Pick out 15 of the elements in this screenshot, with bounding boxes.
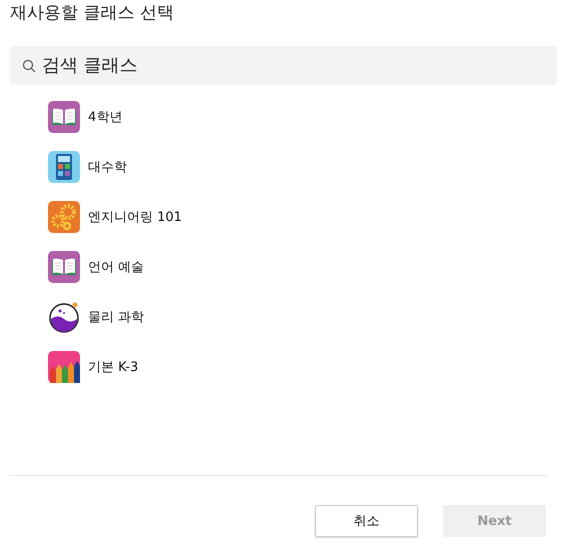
class-name[interactable]: 언어 예술	[88, 258, 144, 276]
calculator-icon	[48, 151, 80, 183]
class-name[interactable]: 물리 과학	[88, 308, 144, 326]
flask-icon	[48, 301, 80, 333]
book-icon	[48, 101, 80, 133]
gears-icon	[48, 201, 80, 233]
search-field[interactable]: 검색 클래스	[10, 46, 557, 85]
class-name[interactable]: 4학년	[88, 108, 122, 126]
pencils-icon	[48, 351, 80, 383]
book-icon	[48, 251, 80, 283]
class-name[interactable]: 엔지니어링 101	[88, 208, 182, 226]
cancel-button[interactable]: 취소	[315, 505, 418, 537]
dialog-title: 재사용할 클래스 선택	[10, 2, 175, 25]
class-name[interactable]: 기본 K-3	[88, 358, 138, 376]
class-name[interactable]: 대수학	[88, 158, 127, 176]
